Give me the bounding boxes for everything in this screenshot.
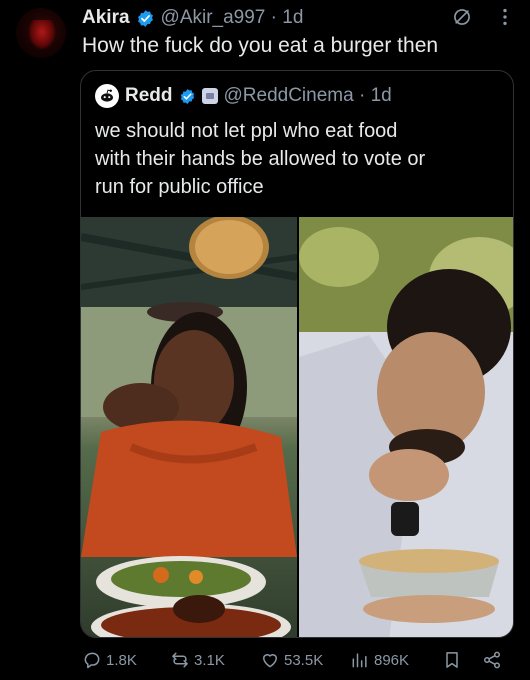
author-name[interactable]: Akira	[82, 7, 130, 29]
verified-badge-icon	[137, 9, 153, 27]
like-count: 53.5K	[284, 651, 324, 669]
reply-button[interactable]: 1.8K	[82, 648, 137, 672]
heart-icon	[263, 654, 277, 668]
quoted-text-line: run for public office	[95, 176, 264, 198]
quoted-avatar	[95, 84, 119, 108]
repost-icon	[172, 652, 188, 668]
verified-badge-icon	[180, 88, 194, 104]
affiliate-badge-icon	[201, 88, 218, 104]
quoted-tweet-text: we should not let ppl who eat food with …	[95, 117, 505, 201]
quoted-tweet-header: Redd @ReddCinema · 1d	[95, 84, 392, 108]
tweet: Akira @Akir_a997 · 1d How the fuck do yo…	[0, 0, 530, 680]
quoted-text-line: with their hands be allowed to vote or	[95, 148, 426, 170]
views-icon	[352, 653, 367, 668]
quoted-text-line: we should not let ppl who eat food	[95, 120, 398, 142]
like-button[interactable]: 53.5K	[260, 648, 323, 672]
reply-count: 1.8K	[106, 651, 137, 669]
tweet-header: Akira @Akir_a997 · 1d	[82, 6, 303, 30]
views-count: 896K	[374, 651, 410, 669]
views-button[interactable]: 896K	[350, 648, 409, 672]
quoted-media	[81, 217, 513, 637]
quoted-author-name: Redd	[125, 85, 173, 106]
photo-man-eating[interactable]	[299, 217, 513, 637]
quoted-author-handle: @ReddCinema · 1d	[223, 85, 392, 106]
more-icon[interactable]	[494, 6, 516, 28]
share-button[interactable]	[482, 648, 502, 672]
bookmark-icon	[446, 652, 458, 668]
avatar[interactable]	[16, 8, 66, 58]
reddit-logo-icon	[101, 89, 113, 102]
tweet-text: How the fuck do you eat a burger then	[82, 34, 439, 57]
quoted-tweet[interactable]: Redd @ReddCinema · 1d we should not let …	[80, 70, 514, 638]
bookmark-button[interactable]	[442, 648, 462, 672]
photo-woman-eating[interactable]	[81, 217, 297, 637]
repost-count: 3.1K	[194, 651, 225, 669]
repost-button[interactable]: 3.1K	[170, 648, 225, 672]
reply-icon	[84, 652, 100, 669]
share-icon	[483, 651, 501, 669]
grok-icon[interactable]	[452, 7, 472, 27]
action-bar: 1.8K 3.1K 53.5K 896K	[82, 648, 514, 672]
author-handle[interactable]: @Akir_a997 · 1d	[161, 7, 304, 29]
